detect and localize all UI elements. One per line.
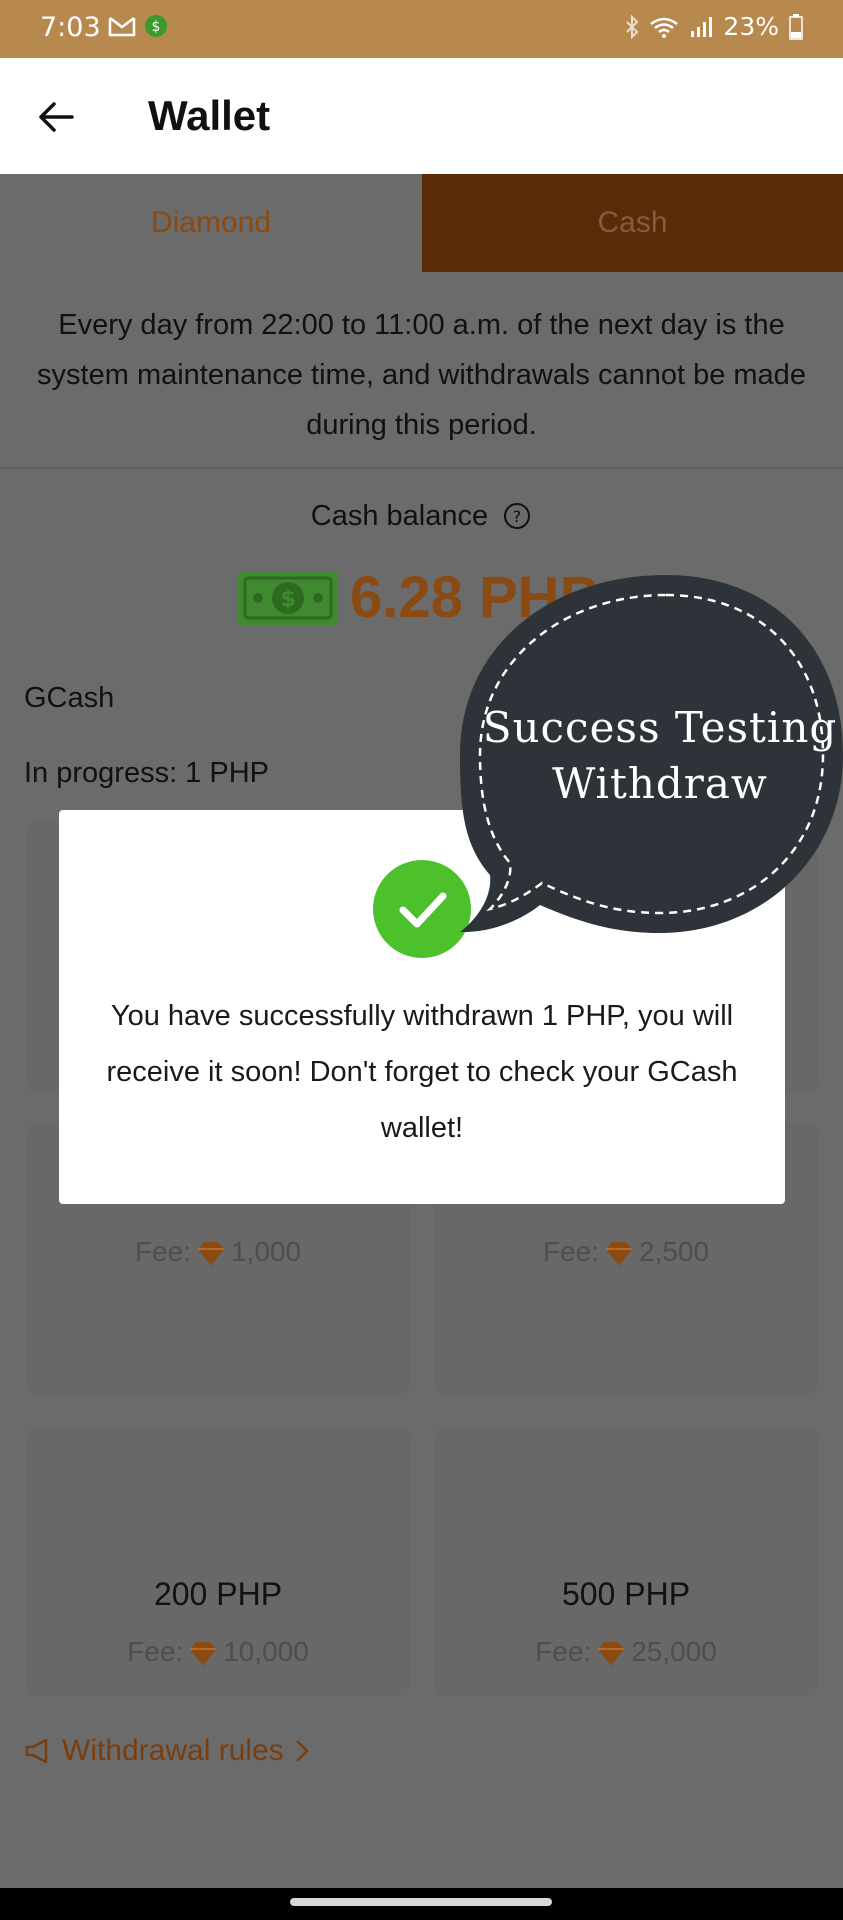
status-right: 23% [625, 12, 803, 41]
withdraw-method: GCash [24, 682, 115, 714]
cash-balance-text: Cash balance [310, 500, 489, 532]
divider [0, 467, 843, 469]
fee-value: 10,000 [223, 1636, 309, 1667]
bluetooth-icon [626, 14, 639, 39]
back-arrow-icon[interactable] [36, 96, 78, 138]
sticker-line-2: Withdraw [552, 759, 768, 808]
withdraw-option-500[interactable]: 500 PHP Fee: 25,000 [434, 1426, 818, 1696]
wallet-tabs: Diamond Cash [0, 174, 843, 272]
cash-balance-label: Cash balance ? [0, 500, 843, 533]
svg-text:$: $ [280, 587, 295, 612]
withdrawal-rules-label: Withdrawal rules [62, 1734, 284, 1767]
option-amount: 200 PHP [153, 1576, 283, 1612]
cash-bill-icon: $ [238, 570, 338, 625]
sticker-text: Success Testing Withdraw [470, 700, 843, 812]
success-check-icon [373, 860, 471, 958]
tab-diamond[interactable]: Diamond [0, 174, 422, 272]
fee-label: Fee: [127, 1636, 184, 1667]
option-fee: Fee: 25,000 [434, 1636, 818, 1668]
notification-icons: $ [108, 14, 168, 38]
withdrawal-rules-link[interactable]: Withdrawal rules [24, 1734, 312, 1768]
option-fee: Fee: 10,000 [26, 1636, 410, 1668]
diamond-icon [190, 1641, 217, 1666]
diamond-icon [197, 1241, 224, 1266]
page-title: Wallet [148, 92, 271, 139]
gmail-icon [108, 17, 136, 37]
svg-text:?: ? [513, 507, 522, 526]
navigation-bar [0, 1888, 843, 1920]
money-app-icon: $ [145, 15, 167, 37]
home-gesture-bar[interactable] [290, 1898, 552, 1906]
option-fee: Fee: 2,500 [434, 1236, 818, 1268]
withdraw-option-200[interactable]: 200 PHP Fee: 10,000 [26, 1426, 410, 1696]
option-amount: 500 PHP [561, 1576, 691, 1612]
diamond-icon [598, 1641, 625, 1666]
app-bar: Wallet [0, 58, 843, 174]
battery-percent: 23% [723, 12, 779, 41]
fee-value: 1,000 [230, 1236, 302, 1267]
sticker-line-1: Success Testing [482, 703, 838, 752]
fee-value: 25,000 [631, 1636, 717, 1667]
fee-value: 2,500 [638, 1236, 710, 1267]
chevron-right-icon [295, 1740, 309, 1762]
maintenance-notice: Every day from 22:00 to 11:00 a.m. of th… [37, 309, 806, 441]
wifi-icon [650, 17, 679, 38]
status-time: 7:03 [40, 12, 101, 43]
fee-label: Fee: [134, 1236, 191, 1267]
fee-label: Fee: [535, 1636, 592, 1667]
signal-icon [691, 16, 713, 37]
option-fee: Fee: 1,000 [26, 1236, 410, 1268]
battery-icon [789, 13, 803, 40]
svg-text:$: $ [152, 19, 161, 35]
tab-cash[interactable]: Cash [422, 174, 843, 272]
help-icon[interactable]: ? [502, 501, 532, 531]
diamond-icon [605, 1241, 632, 1266]
megaphone-icon [25, 1738, 48, 1764]
in-progress-amount: In progress: 1 PHP [24, 757, 269, 789]
fee-label: Fee: [542, 1236, 599, 1267]
status-bar: 7:03 $ 23% [0, 0, 843, 58]
success-message: You have successfully withdrawn 1 PHP, y… [106, 1000, 738, 1144]
